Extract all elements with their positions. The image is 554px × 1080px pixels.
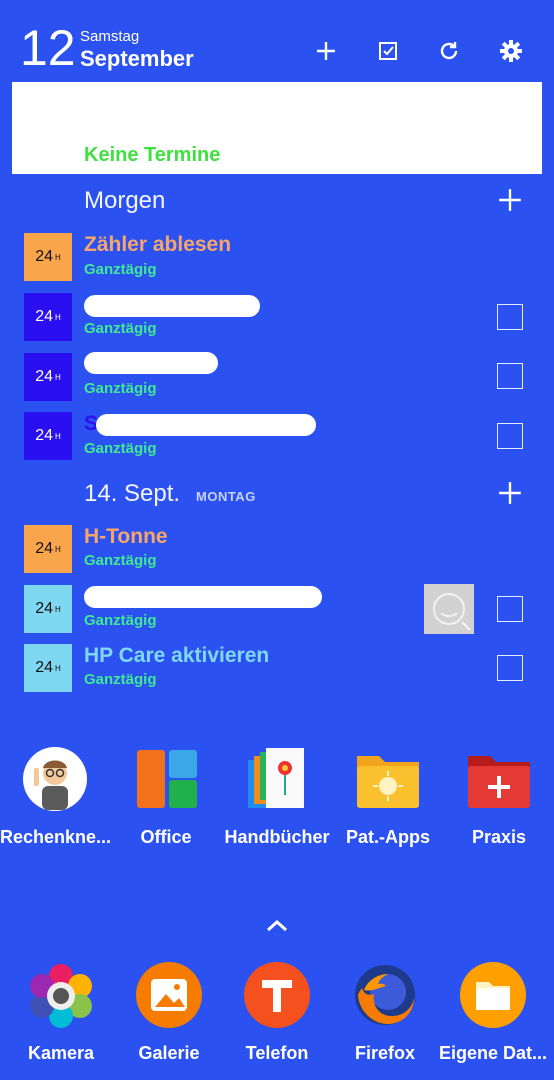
app-label: Rechenkne... (0, 827, 110, 847)
event-badge: 24 H (24, 412, 72, 460)
event-badge: 24 H (24, 525, 72, 573)
app-rechenknecht[interactable]: Rechenkne... (0, 746, 110, 848)
contact-avatar-icon[interactable] (424, 584, 474, 634)
event-badge: 24 H (24, 353, 72, 401)
redaction-mark (84, 586, 322, 608)
event-badge: 24 H (24, 293, 72, 341)
app-label: Praxis (471, 827, 527, 847)
app-label: Firefox (354, 1043, 415, 1063)
event-title[interactable]: Zähler ablesen (84, 233, 231, 257)
event-checkbox[interactable] (497, 655, 523, 681)
section-weekday: MONTAG (196, 489, 256, 504)
section-title-date: 14. Sept. (84, 480, 181, 507)
gear-icon (500, 40, 522, 62)
event-allday: Ganztägig (84, 320, 157, 337)
add-event-button[interactable] (309, 34, 343, 68)
app-label: Galerie (138, 1043, 200, 1063)
gallery-icon (136, 962, 202, 1028)
office-folder-icon (137, 750, 197, 808)
avatar-professor-icon (23, 747, 87, 811)
app-office[interactable]: Office (111, 746, 221, 848)
redaction-mark (84, 295, 260, 317)
event-checkbox[interactable] (497, 304, 523, 330)
praxis-folder-icon (468, 756, 530, 808)
add-tomorrow-button[interactable] (497, 187, 527, 217)
app-label: Kamera (27, 1043, 95, 1063)
add-task-button[interactable] (371, 34, 405, 68)
date-month: September (80, 46, 194, 71)
app-praxis[interactable]: Praxis (444, 746, 554, 848)
dock-firefox[interactable]: Firefox (330, 962, 440, 1064)
person-icon (424, 584, 474, 634)
redaction-mark (96, 414, 316, 436)
checkbox-icon (379, 42, 397, 60)
add-date-button[interactable] (497, 480, 527, 510)
dock-my-files[interactable]: Eigene Dat... (438, 962, 548, 1064)
event-allday: Ganztägig (84, 612, 157, 629)
camera-icon (30, 964, 92, 1028)
event-checkbox[interactable] (497, 596, 523, 622)
event-allday: Ganztägig (84, 261, 157, 278)
event-checkbox[interactable] (497, 363, 523, 389)
manuals-folder-icon (248, 748, 304, 808)
app-label: Telefon (245, 1043, 309, 1063)
dock-gallery[interactable]: Galerie (114, 962, 224, 1064)
date-day-number: 12 (20, 20, 76, 76)
app-label: Office (140, 827, 192, 847)
no-events-label: Keine Termine (84, 144, 221, 166)
firefox-icon (355, 965, 415, 1025)
event-allday: Ganztägig (84, 552, 157, 569)
settings-button[interactable] (494, 34, 528, 68)
event-title[interactable]: HP Care aktivieren (84, 644, 269, 668)
event-badge: 24 H (24, 585, 72, 633)
event-checkbox[interactable] (497, 423, 523, 449)
my-files-icon (460, 962, 526, 1028)
event-allday: Ganztägig (84, 440, 157, 457)
app-label: Eigene Dat... (438, 1043, 548, 1063)
app-drawer-handle[interactable] (262, 914, 292, 938)
app-label: Pat.-Apps (345, 827, 430, 847)
dock-camera[interactable]: Kamera (6, 962, 116, 1064)
section-title-tomorrow: Morgen (84, 187, 166, 214)
event-allday: Ganztägig (84, 671, 157, 688)
chevron-up-icon (267, 919, 287, 932)
dock-phone[interactable]: Telefon (222, 962, 332, 1064)
app-handbuecher[interactable]: Handbücher (222, 746, 332, 848)
event-badge: 24 H (24, 644, 72, 692)
app-label: Handbücher (224, 827, 330, 847)
plus-icon (499, 189, 521, 211)
phone-icon (244, 962, 310, 1028)
plus-icon (317, 42, 335, 60)
refresh-button[interactable] (432, 34, 466, 68)
event-badge: 24 H (24, 233, 72, 281)
app-pat-apps[interactable]: Pat.-Apps (333, 746, 443, 848)
date-weekday: Samstag (80, 28, 140, 45)
refresh-icon (440, 42, 458, 60)
plus-icon (499, 482, 521, 504)
event-title[interactable]: H-Tonne (84, 525, 168, 549)
pat-apps-folder-icon (357, 756, 419, 808)
redaction-mark (84, 352, 218, 374)
event-allday: Ganztägig (84, 380, 157, 397)
